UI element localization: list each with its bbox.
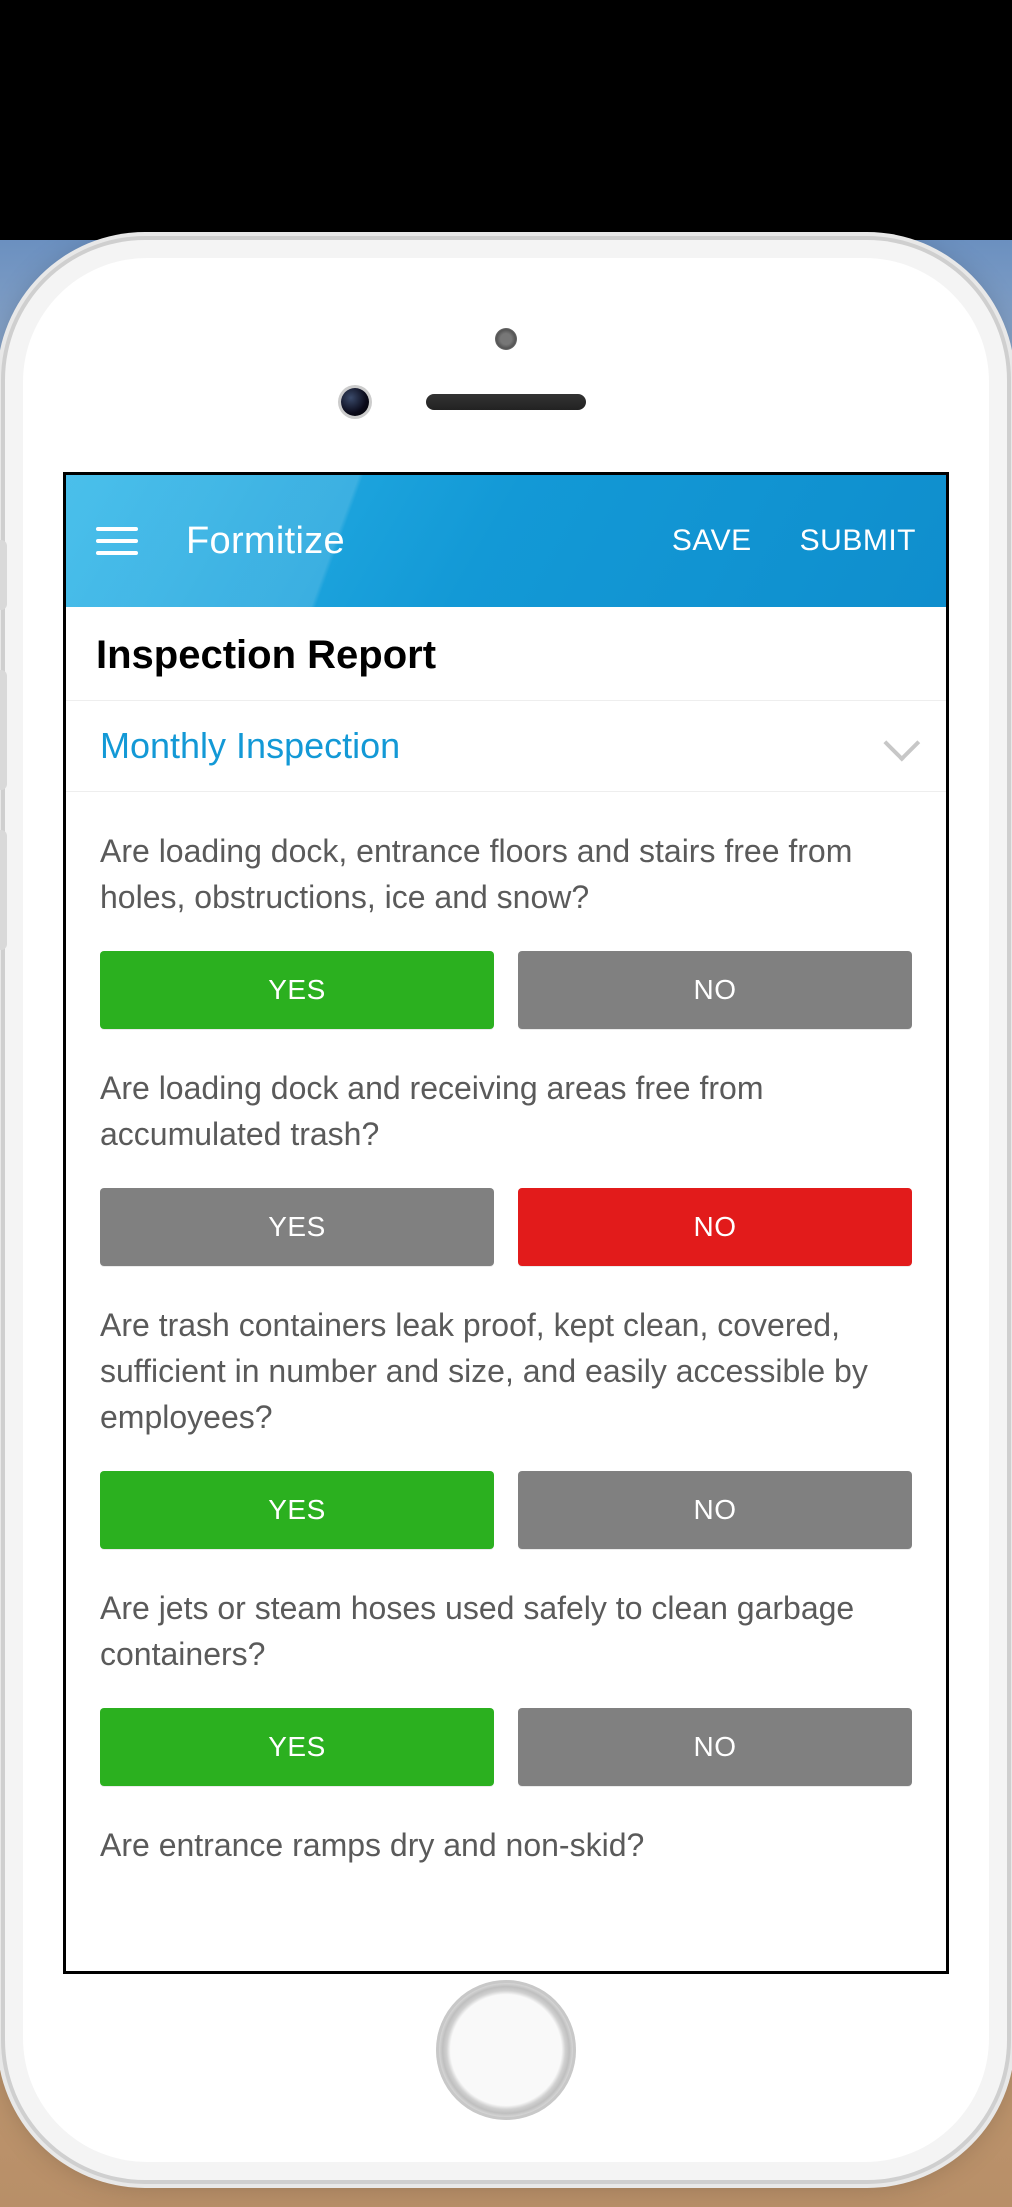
question-text: Are loading dock, entrance floors and st… (100, 828, 912, 921)
phone-frame: Formitize SAVE SUBMIT Inspection Report … (5, 240, 1007, 2180)
app-bar: Formitize SAVE SUBMIT (66, 475, 946, 607)
answer-row: YES NO (100, 1708, 912, 1786)
answer-row: YES NO (100, 1471, 912, 1549)
app-screen: Formitize SAVE SUBMIT Inspection Report … (63, 472, 949, 1974)
menu-icon[interactable] (96, 525, 138, 557)
chevron-down-icon (883, 725, 920, 762)
question-item: Are entrance ramps dry and non-skid? (100, 1786, 912, 1868)
yes-button[interactable]: YES (100, 951, 494, 1029)
phone-volume-down (0, 830, 7, 950)
question-text: Are loading dock and receiving areas fre… (100, 1065, 912, 1158)
question-item: Are loading dock, entrance floors and st… (100, 792, 912, 1029)
earpiece-speaker (426, 394, 586, 410)
home-button[interactable] (436, 1980, 576, 2120)
front-camera (341, 388, 369, 416)
phone-volume-up (0, 670, 7, 790)
yes-button[interactable]: YES (100, 1471, 494, 1549)
page-title: Inspection Report (66, 607, 946, 701)
app-title: Formitize (186, 520, 345, 563)
save-button[interactable]: SAVE (672, 524, 752, 558)
yes-button[interactable]: YES (100, 1708, 494, 1786)
proximity-sensor (495, 328, 517, 350)
answer-row: YES NO (100, 951, 912, 1029)
section-header[interactable]: Monthly Inspection (66, 701, 946, 792)
question-item: Are jets or steam hoses used safely to c… (100, 1549, 912, 1786)
question-text: Are trash containers leak proof, kept cl… (100, 1302, 912, 1441)
section-label: Monthly Inspection (100, 725, 400, 767)
question-text: Are entrance ramps dry and non-skid? (100, 1822, 912, 1868)
question-item: Are loading dock and receiving areas fre… (100, 1029, 912, 1266)
no-button[interactable]: NO (518, 1188, 912, 1266)
submit-button[interactable]: SUBMIT (800, 524, 916, 558)
no-button[interactable]: NO (518, 1708, 912, 1786)
yes-button[interactable]: YES (100, 1188, 494, 1266)
phone-mute-switch (0, 540, 7, 610)
question-text: Are jets or steam hoses used safely to c… (100, 1585, 912, 1678)
answer-row: YES NO (100, 1188, 912, 1266)
no-button[interactable]: NO (518, 951, 912, 1029)
appbar-actions: SAVE SUBMIT (672, 524, 916, 558)
question-item: Are trash containers leak proof, kept cl… (100, 1266, 912, 1549)
questions-list: Are loading dock, entrance floors and st… (66, 792, 946, 1868)
no-button[interactable]: NO (518, 1471, 912, 1549)
phone-bezel: Formitize SAVE SUBMIT Inspection Report … (23, 258, 989, 2162)
